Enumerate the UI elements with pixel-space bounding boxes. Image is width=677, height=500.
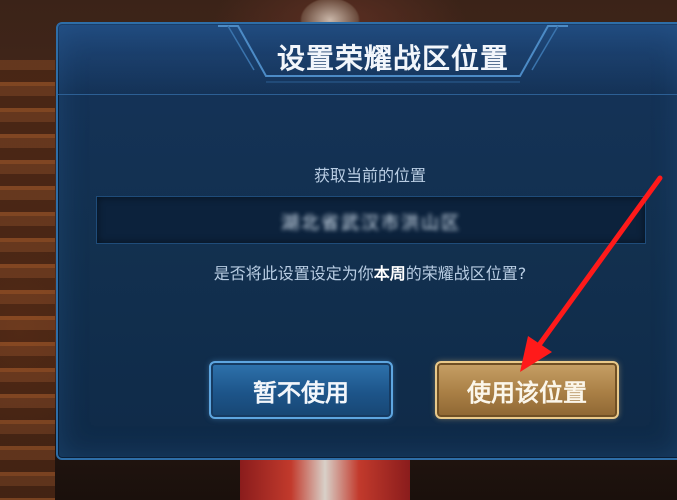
background-pillar [0,60,55,500]
location-value: 湖北省武汉市洪山区 [281,213,461,234]
background-character-robe [240,455,410,500]
header-divider [58,94,677,95]
use-location-button[interactable]: 使用该位置 [435,361,619,419]
dialog-title: 设置荣耀战区位置 [276,42,509,75]
location-field: 湖北省武汉市洪山区 [96,196,646,244]
question-prefix: 是否将此设置设定为你 [213,264,374,283]
confirm-question: 是否将此设置设定为你本周的荣耀战区位置? [58,260,677,284]
title-frame: 设置荣耀战区位置 [218,24,568,92]
cancel-button[interactable]: 暂不使用 [209,361,393,419]
question-highlight: 本周 [373,264,406,283]
location-dialog: 设置荣耀战区位置 获取当前的位置 湖北省武汉市洪山区 是否将此设置设定为你本周的… [56,22,677,460]
question-suffix: 的荣耀战区位置? [405,264,527,283]
location-prompt: 获取当前的位置 [313,166,426,185]
